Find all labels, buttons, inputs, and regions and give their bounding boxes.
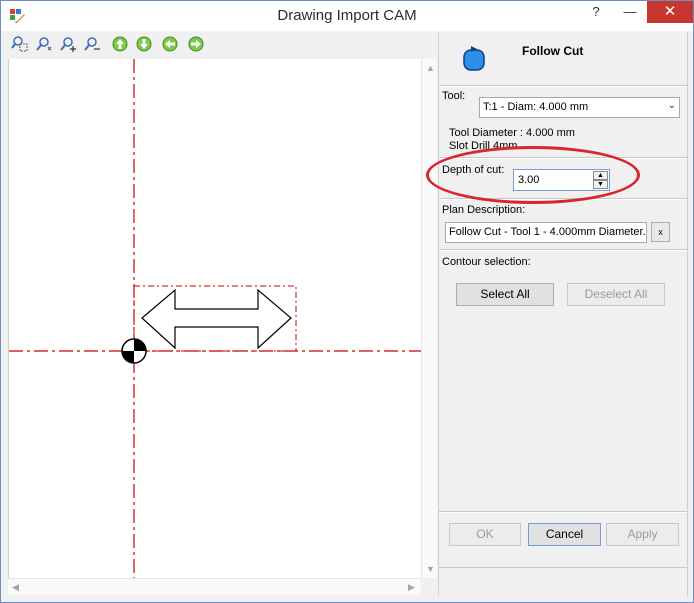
scroll-right-arrow-icon[interactable]: ▶ [408,582,415,593]
pan-up-icon[interactable] [111,35,129,53]
depth-of-cut-value: 3.00 [518,174,540,186]
view-toolbar [7,32,435,58]
clear-description-button[interactable]: x [651,222,670,242]
depth-of-cut-input[interactable]: 3.00 ▲ ▼ [513,169,610,191]
divider [439,158,687,159]
zoom-window-icon[interactable] [11,35,29,53]
zoom-out-icon[interactable] [83,35,101,53]
spin-down-icon[interactable]: ▼ [593,180,608,189]
horizontal-scrollbar[interactable]: ◀ ▶ [8,578,421,595]
pan-left-icon[interactable] [161,35,179,53]
scroll-left-arrow-icon[interactable]: ◀ [12,582,19,593]
divider [439,567,687,568]
divider [439,86,687,87]
origin-marker-icon [121,338,147,364]
title-bar[interactable]: Drawing Import CAM ? — ✕ [1,1,693,31]
divider [439,250,687,251]
pan-down-icon[interactable] [135,35,153,53]
dialog-window: Drawing Import CAM ? — ✕ ▲ ▼ ◀ ▶ Follow … [0,0,694,603]
contour-selection-label: Contour selection: [442,256,531,268]
help-button[interactable]: ? [581,1,611,23]
depth-label: Depth of cut: [442,164,505,176]
plan-description-input[interactable]: Follow Cut - Tool 1 - 4.000mm Diameter. … [445,222,647,243]
ok-button[interactable]: OK [449,523,521,546]
double-arrow-contour[interactable] [141,288,292,350]
plan-description-value: Follow Cut - Tool 1 - 4.000mm Diameter. … [449,226,647,238]
zoom-in-icon[interactable] [59,35,77,53]
tool-name-text: Slot Drill 4mm [449,140,518,149]
select-all-button[interactable]: Select All [456,283,554,306]
tool-label: Tool: [442,90,466,102]
follow-cut-icon [463,46,485,71]
spin-up-icon[interactable]: ▲ [593,171,608,180]
deselect-all-button[interactable]: Deselect All [567,283,665,306]
tool-select-value: T:1 - Diam: 4.000 mm [483,101,589,113]
vertical-scrollbar[interactable]: ▲ ▼ [421,59,437,578]
scroll-down-arrow-icon[interactable]: ▼ [426,564,435,574]
apply-button[interactable]: Apply [606,523,679,546]
pan-right-icon[interactable] [187,35,205,53]
plan-description-label: Plan Description: [442,204,526,216]
divider [439,199,687,200]
divider [439,512,687,513]
close-button[interactable]: ✕ [647,1,693,23]
operation-title: Follow Cut [522,44,584,58]
tool-diameter-text: Tool Diameter : 4.000 mm [449,127,575,139]
scroll-up-arrow-icon[interactable]: ▲ [426,63,435,73]
cancel-button[interactable]: Cancel [528,523,601,546]
drawing-svg [9,59,422,578]
chevron-down-icon: ⌄ [667,100,676,111]
drawing-canvas[interactable] [8,59,422,578]
selection-bounding-box [133,285,297,352]
scrollbar-corner [421,578,437,595]
minimize-button[interactable]: — [615,1,645,23]
zoom-extents-icon[interactable] [35,35,53,53]
tool-select[interactable]: T:1 - Diam: 4.000 mm ⌄ [479,97,680,118]
